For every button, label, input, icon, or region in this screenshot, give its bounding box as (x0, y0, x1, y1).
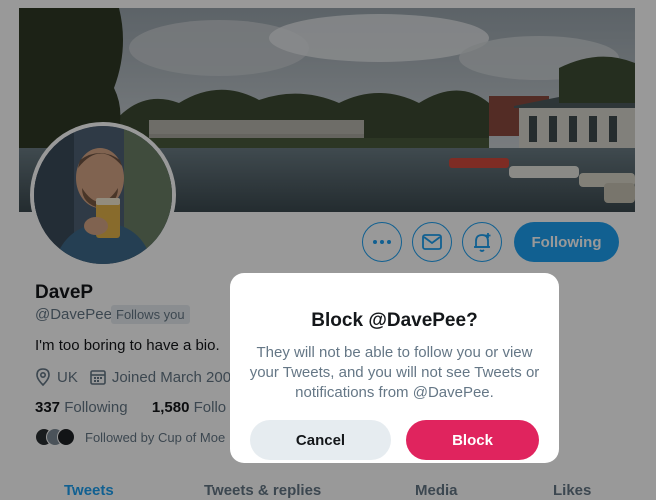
dialog-title: Block @DavePee? (311, 310, 478, 331)
dialog-body: They will not be able to follow you or v… (249, 344, 540, 401)
block-button[interactable]: Block (406, 420, 539, 460)
block-dialog: Block @DavePee? They will not be able to… (230, 273, 559, 463)
cancel-button[interactable]: Cancel (250, 420, 391, 460)
